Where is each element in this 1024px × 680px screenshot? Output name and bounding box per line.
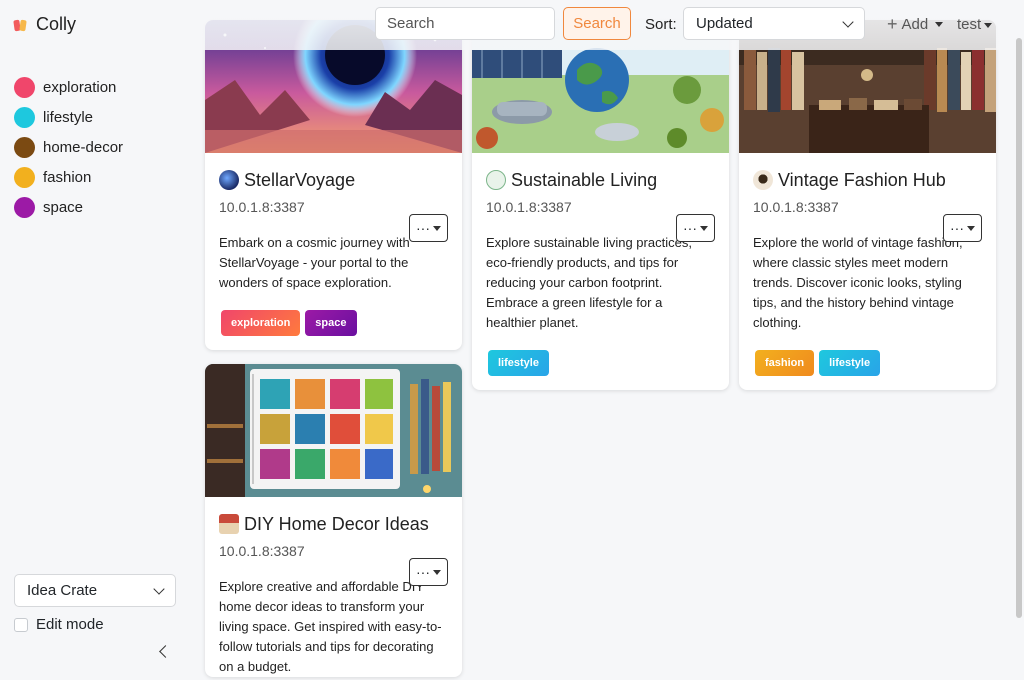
house-favicon-icon bbox=[219, 514, 239, 534]
category-item-space[interactable]: space bbox=[14, 192, 123, 222]
category-color-dot bbox=[14, 166, 35, 188]
mannequin-favicon-icon bbox=[753, 170, 773, 190]
leaf-globe-favicon-icon bbox=[486, 170, 506, 190]
crate-select-value: Idea Crate bbox=[27, 582, 98, 599]
collapse-sidebar-chevron-left-icon[interactable] bbox=[156, 643, 170, 661]
edit-mode-checkbox[interactable] bbox=[14, 617, 28, 632]
crate-select[interactable]: Idea Crate bbox=[14, 574, 176, 607]
edit-mode-toggle[interactable]: Edit mode bbox=[14, 616, 104, 633]
card-thumbnail[interactable] bbox=[205, 364, 462, 497]
plus-icon: + bbox=[887, 14, 898, 34]
tag-lifestyle[interactable]: lifestyle bbox=[819, 350, 881, 376]
scrollbar-thumb[interactable] bbox=[1016, 38, 1022, 618]
toolbar: Search Sort: Updated + Add test bbox=[190, 0, 1014, 50]
bookmark-card[interactable]: DIY Home Decor Ideas 10.0.1.8:3387 ··· E… bbox=[205, 364, 462, 677]
card-more-button[interactable]: ··· bbox=[409, 558, 448, 586]
category-label: lifestyle bbox=[43, 108, 94, 126]
category-color-dot bbox=[14, 136, 35, 158]
search-button[interactable]: Search bbox=[563, 7, 631, 40]
bookmark-card[interactable]: StellarVoyage 10.0.1.8:3387 ··· Embark o… bbox=[205, 20, 462, 350]
category-list: exploration lifestyle home-decor fashion… bbox=[14, 72, 123, 222]
category-label: space bbox=[43, 198, 84, 216]
card-description: Explore sustainable living practices, ec… bbox=[486, 235, 692, 330]
scrollbar[interactable] bbox=[1014, 0, 1024, 680]
card-tags: lifestyle bbox=[488, 350, 715, 376]
card-more-button[interactable]: ··· bbox=[943, 214, 982, 242]
card-title[interactable]: StellarVoyage bbox=[219, 169, 448, 191]
chevron-down-icon bbox=[153, 582, 165, 595]
brand[interactable]: Colly bbox=[13, 14, 77, 35]
category-item-fashion[interactable]: fashion bbox=[14, 162, 123, 192]
card-more-button[interactable]: ··· bbox=[676, 214, 715, 242]
card-more-button[interactable]: ··· bbox=[409, 214, 448, 242]
chevron-down-icon bbox=[842, 15, 854, 28]
tag-fashion[interactable]: fashion bbox=[755, 350, 815, 376]
tag-exploration[interactable]: exploration bbox=[221, 310, 301, 336]
card-title[interactable]: DIY Home Decor Ideas bbox=[219, 513, 448, 535]
category-color-dot bbox=[14, 106, 35, 128]
app-name: Colly bbox=[36, 14, 77, 34]
main-content: StellarVoyage 10.0.1.8:3387 ··· Embark o… bbox=[190, 0, 1014, 680]
category-item-lifestyle[interactable]: lifestyle bbox=[14, 102, 123, 132]
category-color-dot bbox=[14, 196, 35, 218]
planet-favicon-icon bbox=[219, 170, 239, 190]
tag-space[interactable]: space bbox=[305, 310, 357, 336]
category-label: home-decor bbox=[43, 138, 124, 156]
sidebar: Colly exploration lifestyle home-decor f… bbox=[0, 0, 190, 680]
caret-down-icon bbox=[967, 225, 975, 231]
caret-down-icon bbox=[433, 225, 441, 231]
bookmark-card[interactable]: Vintage Fashion Hub 10.0.1.8:3387 ··· Ex… bbox=[739, 20, 996, 390]
caret-down-icon bbox=[935, 22, 944, 27]
category-label: exploration bbox=[43, 78, 117, 96]
tag-lifestyle[interactable]: lifestyle bbox=[488, 350, 549, 376]
sort-label: Sort: bbox=[645, 16, 677, 33]
card-description: Embark on a cosmic journey with StellarV… bbox=[219, 235, 410, 290]
colly-logo-icon bbox=[13, 18, 30, 32]
card-description: Explore the world of vintage fashion, wh… bbox=[753, 235, 963, 330]
search-input[interactable] bbox=[375, 7, 555, 40]
caret-down-icon bbox=[433, 569, 441, 575]
sort-select-value: Updated bbox=[696, 15, 753, 32]
edit-mode-label: Edit mode bbox=[36, 616, 104, 633]
add-button[interactable]: + Add bbox=[887, 14, 944, 34]
card-tags: exploration space bbox=[221, 310, 448, 336]
bookmark-card[interactable]: Sustainable Living 10.0.1.8:3387 ··· Exp… bbox=[472, 20, 729, 390]
category-item-home-decor[interactable]: home-decor bbox=[14, 132, 123, 162]
user-menu-button[interactable]: test bbox=[957, 16, 993, 33]
category-label: fashion bbox=[43, 168, 92, 186]
category-item-exploration[interactable]: exploration bbox=[14, 72, 123, 102]
card-title[interactable]: Sustainable Living bbox=[486, 169, 715, 191]
sort-select[interactable]: Updated bbox=[683, 7, 865, 40]
category-color-dot bbox=[14, 76, 35, 98]
card-title[interactable]: Vintage Fashion Hub bbox=[753, 169, 982, 191]
caret-down-icon bbox=[984, 22, 993, 28]
caret-down-icon bbox=[700, 225, 708, 231]
card-description: Explore creative and affordable DIY home… bbox=[219, 579, 442, 674]
card-tags: fashion lifestyle bbox=[755, 350, 982, 376]
